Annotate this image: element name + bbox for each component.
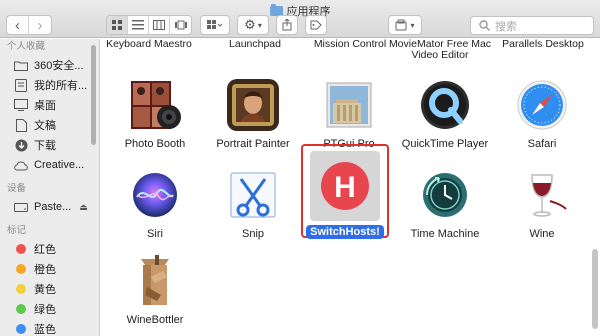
sidebar-tag-blue[interactable]: 蓝色 [0, 319, 99, 336]
sidebar: 个人收藏 360安全... 我的所有... 桌面 文稿 下载 Creative.… [0, 39, 100, 336]
app-quicktime-player[interactable]: QuickTime Player [397, 75, 493, 150]
sidebar-item-360[interactable]: 360安全... [0, 55, 99, 75]
search-field[interactable]: 搜索 [470, 16, 594, 35]
creative-cloud-icon [14, 158, 28, 172]
red-tag-icon [16, 244, 26, 254]
file-browser-icon-grid: Keyboard Maestro Launchpad Mission Contr… [101, 39, 600, 336]
portrait-painter-icon [223, 75, 283, 135]
app-label: Wine [529, 228, 555, 240]
list-view-button[interactable] [128, 16, 150, 34]
time-machine-icon [415, 165, 475, 225]
app-label: Portrait Painter [216, 138, 290, 150]
yellow-tag-icon [16, 284, 26, 294]
app-snip[interactable]: Snip [205, 165, 301, 240]
app-portrait-painter[interactable]: Portrait Painter [205, 75, 301, 150]
sidebar-item-creative-cloud[interactable]: Creative... [0, 155, 99, 175]
share-icon [282, 19, 292, 31]
disk-icon [14, 200, 28, 214]
search-icon [479, 20, 490, 31]
gallery-view-button[interactable] [170, 16, 191, 34]
path-button[interactable]: ▾ [388, 15, 422, 35]
photo-booth-icon [125, 75, 185, 135]
quicktime-icon [415, 75, 475, 135]
sidebar-tag-orange[interactable]: 橙色 [0, 259, 99, 279]
nav-buttons: ‹ › [6, 15, 52, 35]
app-photo-booth[interactable]: Photo Booth [107, 75, 203, 150]
folder-icon [14, 58, 28, 72]
app-label: Photo Booth [124, 138, 186, 150]
back-button[interactable]: ‹ [7, 16, 29, 34]
green-tag-icon [16, 304, 26, 314]
tag-button[interactable] [305, 15, 327, 35]
app-label: Time Machine [410, 228, 480, 240]
arrange-grid-icon [207, 20, 223, 29]
app-label: Snip [241, 228, 265, 240]
download-icon [14, 138, 28, 152]
app-switchhosts[interactable]: H SwitchHosts! [297, 151, 393, 239]
arrange-button[interactable] [200, 15, 230, 35]
documents-icon [14, 118, 28, 132]
app-wine[interactable]: Wine [494, 165, 590, 240]
sidebar-tag-red[interactable]: 红色 [0, 239, 99, 259]
app-label-selected: SwitchHosts! [306, 225, 384, 239]
path-icon [395, 19, 407, 31]
sidebar-item-all-files[interactable]: 我的所有... [0, 75, 99, 95]
chevron-down-icon: ▾ [257, 20, 262, 30]
switchhosts-icon: H [310, 151, 380, 221]
app-label: WineBottler [126, 314, 184, 326]
tag-icon [310, 20, 322, 30]
list-icon [132, 20, 145, 30]
app-label-mission-control[interactable]: Mission Control [300, 39, 400, 50]
app-label-keyboard-maestro[interactable]: Keyboard Maestro [101, 39, 199, 50]
eject-icon[interactable]: ⏏ [79, 202, 88, 213]
window-toolbar: 应用程序 ‹ › ⚙ ▾ ▾ 搜索 [0, 0, 600, 38]
gallery-icon [174, 20, 187, 30]
app-time-machine[interactable]: Time Machine [397, 165, 493, 240]
favorites-heading: 个人收藏 [7, 41, 46, 52]
forward-button[interactable]: › [29, 16, 51, 34]
svg-text:H: H [334, 171, 356, 204]
column-view-button[interactable] [149, 16, 171, 34]
app-label-launchpad[interactable]: Launchpad [205, 39, 305, 50]
share-button[interactable] [276, 15, 298, 35]
app-label: Safari [527, 138, 557, 150]
sidebar-item-documents[interactable]: 文稿 [0, 115, 99, 135]
app-label-parallels[interactable]: Parallels Desktop [493, 39, 593, 50]
app-label: QuickTime Player [401, 138, 489, 150]
orange-tag-icon [16, 264, 26, 274]
sidebar-tag-yellow[interactable]: 黄色 [0, 279, 99, 299]
blue-tag-icon [16, 324, 26, 334]
chevron-down-icon: ▾ [410, 20, 415, 30]
app-safari[interactable]: Safari [494, 75, 590, 150]
sidebar-item-desktop[interactable]: 桌面 [0, 95, 99, 115]
sidebar-item-downloads[interactable]: 下载 [0, 135, 99, 155]
action-button[interactable]: ⚙ ▾ [237, 15, 269, 35]
wine-icon [512, 165, 572, 225]
columns-icon [153, 20, 166, 30]
sidebar-scrollbar[interactable] [91, 45, 96, 145]
winebottler-icon [125, 251, 185, 311]
app-siri[interactable]: Siri [107, 165, 203, 240]
view-mode-group [106, 15, 192, 35]
search-placeholder: 搜索 [495, 20, 517, 33]
grid-icon [111, 19, 122, 30]
sidebar-tag-green[interactable]: 绿色 [0, 299, 99, 319]
ptgui-icon [319, 75, 379, 135]
app-winebottler[interactable]: WineBottler [107, 251, 203, 326]
icon-view-button[interactable] [107, 16, 129, 34]
gear-icon: ⚙ [244, 17, 256, 32]
app-ptgui-pro[interactable]: PTGui Pro [301, 75, 397, 150]
app-label-moviemator[interactable]: MovieMator Free Mac Video Editor [388, 39, 492, 61]
previous-row-labels: Keyboard Maestro Launchpad Mission Contr… [101, 39, 600, 61]
tags-heading: 标记 [7, 225, 27, 236]
devices-heading: 设备 [7, 183, 27, 194]
app-label: Siri [147, 228, 163, 240]
desktop-icon [14, 98, 28, 112]
snip-icon [223, 165, 283, 225]
sidebar-item-paste-disk[interactable]: Paste... ⏏ [0, 197, 99, 217]
all-files-icon [14, 78, 28, 92]
main-scrollbar[interactable] [592, 249, 598, 329]
siri-icon [125, 165, 185, 225]
safari-icon [512, 75, 572, 135]
